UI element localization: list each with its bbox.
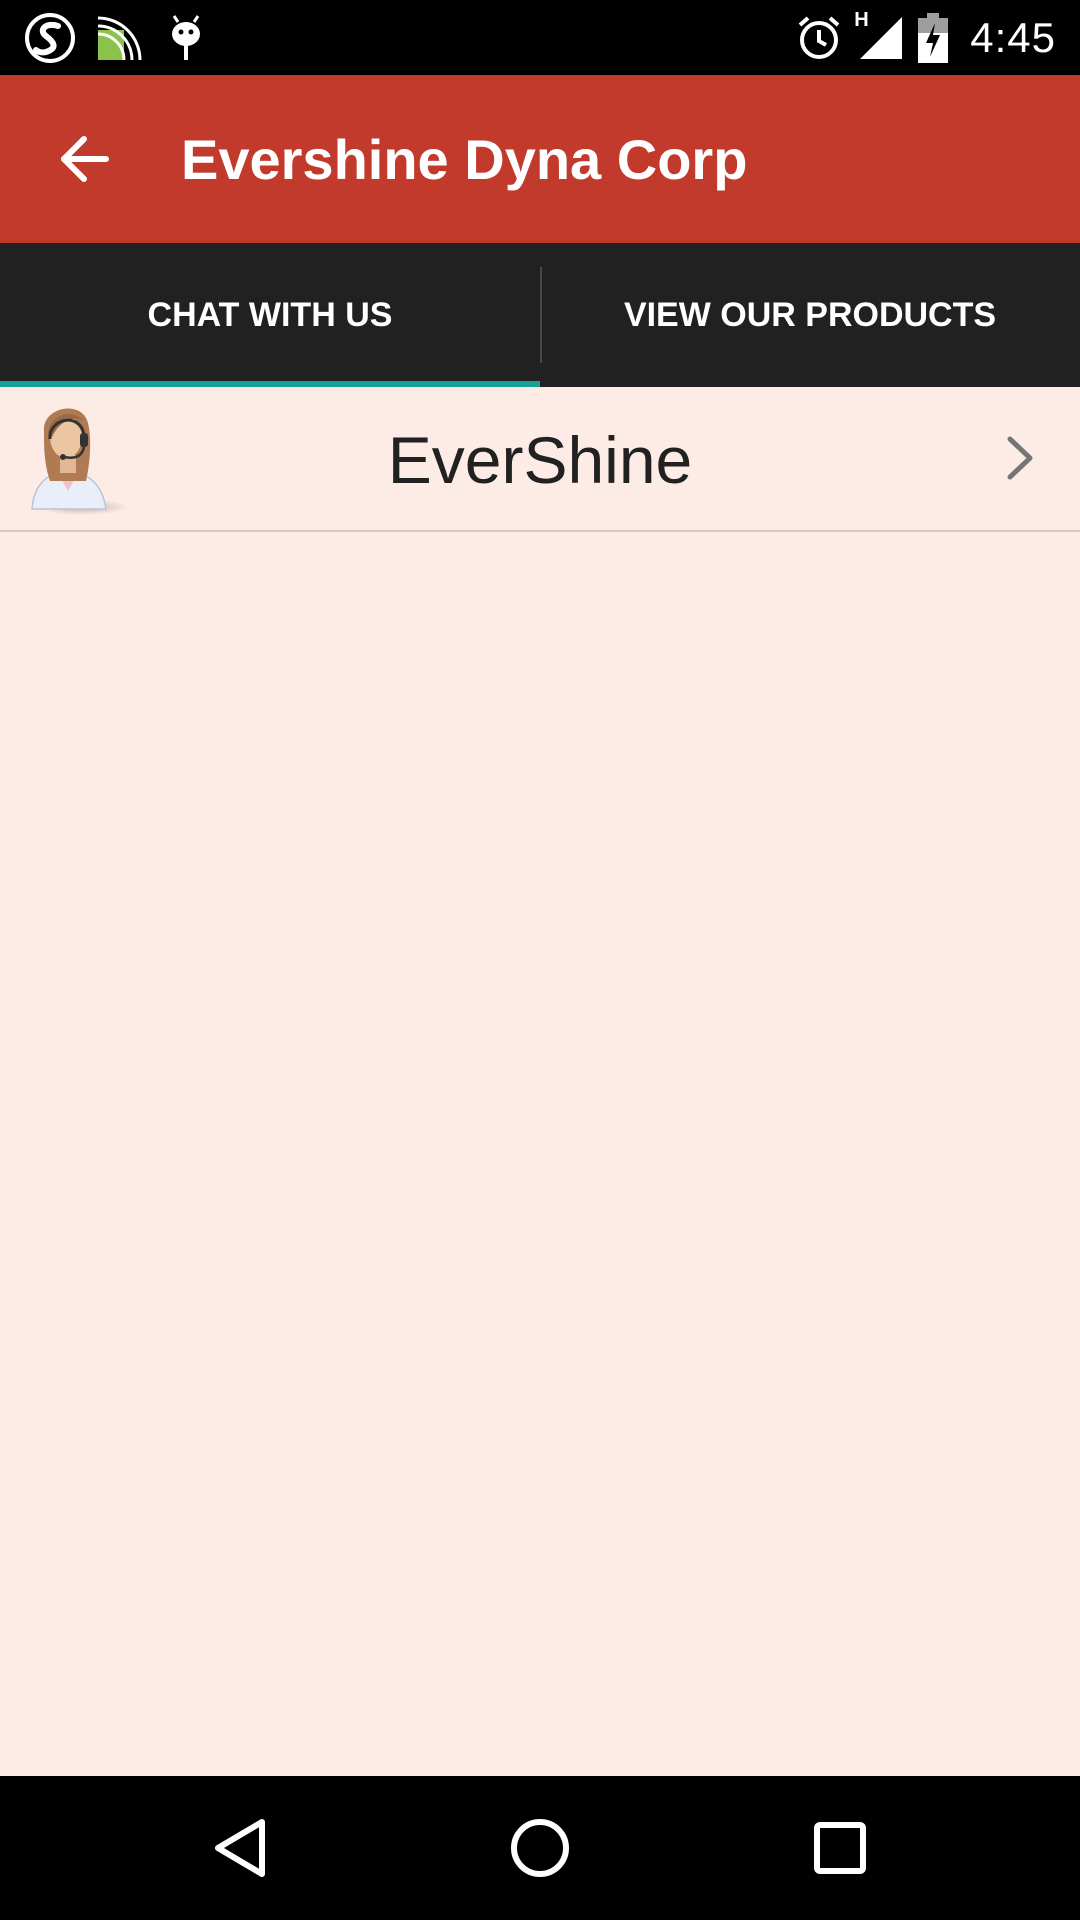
back-triangle-icon (215, 1819, 265, 1877)
tab-chat-with-us[interactable]: CHAT WITH US (0, 243, 540, 387)
nav-home-button[interactable] (490, 1798, 590, 1898)
page-title: Evershine Dyna Corp (181, 127, 748, 191)
nav-recents-button[interactable] (790, 1798, 890, 1898)
nav-back-button[interactable] (190, 1798, 290, 1898)
contact-name: EverShine (387, 422, 693, 497)
screen: H 4:45 Evershine Dyna Corp CHAT WITH US … (0, 0, 1080, 1920)
navigation-bar (0, 1776, 1080, 1920)
status-right-icons: H 4:45 (796, 0, 1056, 75)
arrow-back-icon (61, 136, 109, 182)
tab-view-our-products[interactable]: VIEW OUR PRODUCTS (540, 243, 1080, 387)
battery-charging-icon (918, 12, 949, 63)
home-circle-icon (511, 1819, 569, 1877)
alarm-icon (796, 15, 842, 61)
chevron-right-icon (1007, 436, 1033, 480)
tab-label: CHAT WITH US (147, 295, 393, 334)
s-app-icon (24, 12, 76, 64)
tab-bar: CHAT WITH US VIEW OUR PRODUCTS (0, 243, 1080, 387)
chat-list: EverShine (0, 387, 1080, 1776)
cast-icon (94, 12, 146, 64)
signal-icon: H (854, 9, 904, 61)
app-bar: Evershine Dyna Corp (0, 75, 1080, 243)
back-button[interactable] (0, 75, 168, 243)
recents-square-icon (814, 1822, 866, 1874)
status-left-icons (24, 0, 208, 75)
status-bar: H 4:45 (0, 0, 1080, 75)
android-debug-icon (164, 12, 208, 64)
tab-label: VIEW OUR PRODUCTS (623, 295, 997, 334)
network-type-label: H (854, 8, 869, 31)
list-item[interactable]: EverShine (0, 387, 1080, 532)
clock: 4:45 (970, 13, 1056, 61)
